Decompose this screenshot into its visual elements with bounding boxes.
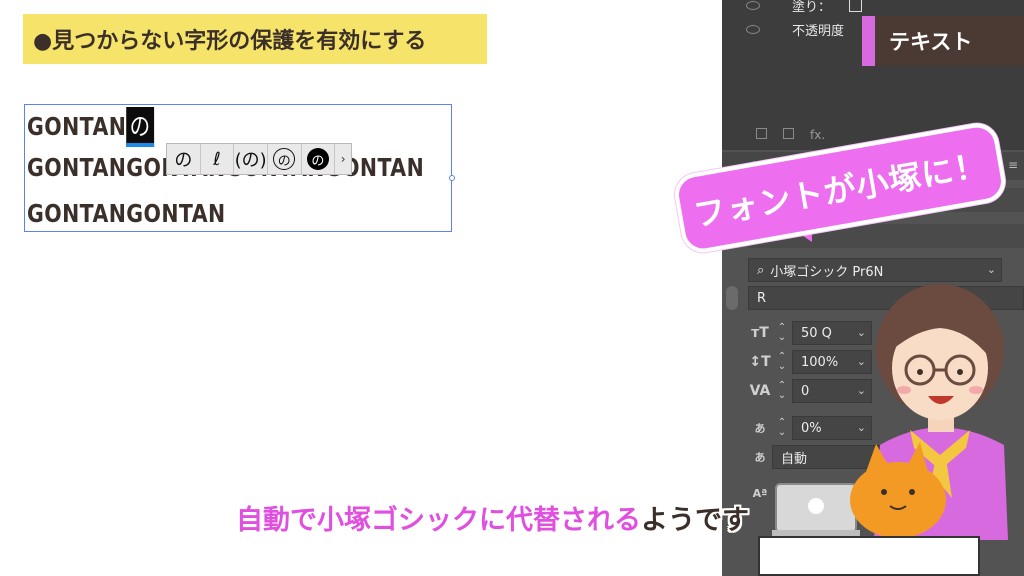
- text-section-label-text: テキスト: [889, 30, 973, 54]
- fill-row: 塗り：: [746, 0, 863, 16]
- text-section-label: テキスト: [862, 16, 1024, 66]
- caption-pink: 自動で小塚ゴシックに代替される: [236, 505, 641, 536]
- fx-icon[interactable]: fx.: [810, 128, 825, 142]
- tsume-icon: あ: [754, 422, 766, 435]
- font-family-value: 小塚ゴシック Pr6N: [770, 264, 884, 280]
- fill-swatch[interactable]: [849, 0, 863, 12]
- glyph-alt-4[interactable]: の: [268, 144, 302, 174]
- panel-menu-icon[interactable]: ≡: [1008, 158, 1018, 172]
- appearance-toolbar: fx.: [756, 128, 825, 142]
- caption-dark: ようです: [641, 505, 749, 536]
- chevron-right-icon[interactable]: ›: [335, 144, 351, 174]
- stepper-icon[interactable]: ⌃ ⌄: [775, 380, 789, 402]
- tracking-value: 0: [801, 383, 810, 399]
- title-banner: ●見つからない字形の保護を有効にする: [23, 14, 487, 64]
- tracking-icon: VA: [749, 383, 771, 399]
- aki-icon: あ: [754, 451, 766, 464]
- tsume-value: 0%: [801, 420, 822, 436]
- stepper-icon[interactable]: ⌃ ⌄: [775, 417, 789, 439]
- new-fill-icon[interactable]: [756, 128, 767, 139]
- font-size-icon: тT: [751, 325, 769, 341]
- white-box: [758, 536, 980, 576]
- eye-icon[interactable]: [746, 0, 760, 10]
- new-stroke-icon[interactable]: [783, 128, 794, 139]
- stepper-icon[interactable]: ⌃ ⌄: [775, 322, 789, 344]
- chevron-down-icon: ⌄: [986, 263, 996, 276]
- search-icon: ⌕: [757, 262, 765, 278]
- auto-value: 自動: [781, 451, 808, 467]
- leading-icon: ↕T: [749, 354, 771, 370]
- selected-glyph[interactable]: の: [126, 107, 154, 147]
- opacity-label[interactable]: 不透明度: [792, 20, 844, 39]
- glyph-alt-2[interactable]: ℓ: [201, 144, 235, 174]
- fox-illustration: [850, 442, 946, 538]
- text-line-1-prefix: GONTAN: [27, 112, 127, 141]
- glyph-alt-5[interactable]: の: [302, 144, 336, 174]
- text-line-3[interactable]: GONTANGONTAN: [27, 199, 226, 228]
- opacity-row: 不透明度: [746, 18, 844, 40]
- glyph-alt-1[interactable]: の: [167, 144, 201, 174]
- text-line-1[interactable]: GONTAN の: [27, 107, 154, 147]
- font-size-value: 50 Q: [801, 325, 832, 341]
- font-family-select[interactable]: ⌕ 小塚ゴシック Pr6N ⌄: [748, 258, 1002, 282]
- caption: 自動で小塚ゴシックに代替されるようです: [236, 498, 749, 537]
- leading-value: 100%: [801, 354, 839, 370]
- font-style-value: R: [757, 290, 767, 306]
- frame-handle[interactable]: [449, 175, 455, 181]
- fill-label: 塗り：: [792, 0, 832, 15]
- label-accent: [862, 16, 875, 66]
- baseline-icon: Aª: [752, 486, 768, 500]
- glyph-alternates-palette: の ℓ (の) の の ›: [166, 143, 352, 175]
- panel-scrollbar[interactable]: [726, 286, 738, 310]
- glyph-alt-3[interactable]: (の): [234, 144, 268, 174]
- eye-icon[interactable]: [746, 24, 760, 34]
- title-text: ●見つからない字形の保護を有効にする: [33, 29, 427, 54]
- stepper-icon[interactable]: ⌃ ⌄: [775, 351, 789, 373]
